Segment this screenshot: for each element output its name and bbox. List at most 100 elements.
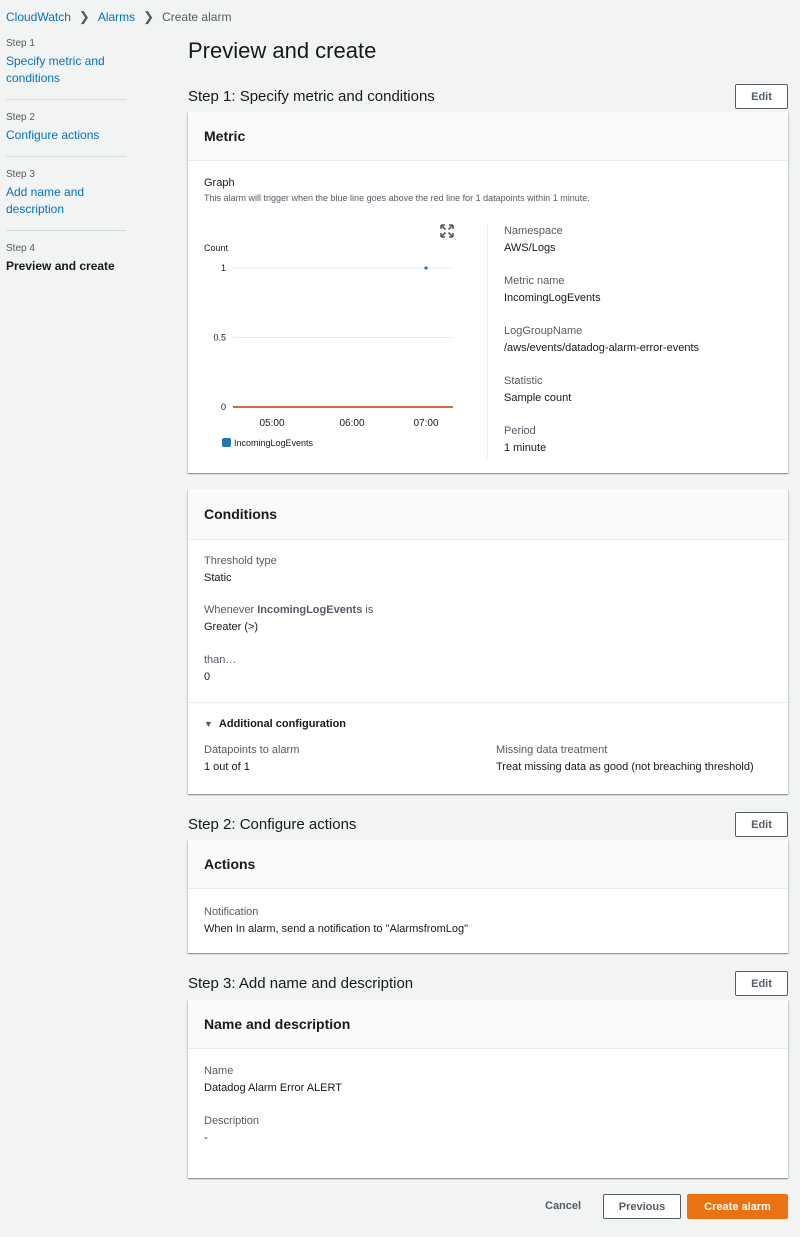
- detail-log-group: LogGroupName /aws/events/datadog-alarm-e…: [504, 325, 699, 375]
- chart-plot-area: Count 1 0.5 0 05:00 06:00 07:00 IncomingLogEven…: [204, 243, 453, 448]
- detail-label: Statistic: [504, 375, 543, 387]
- detail-label: Period: [504, 425, 536, 437]
- detail-value: 1 minute: [504, 442, 547, 454]
- detail-metric-name: Metric name IncomingLogEvents: [504, 275, 699, 325]
- additional-config-toggle[interactable]: ▼ Additional configuration: [204, 718, 346, 730]
- create-alarm-button[interactable]: Create alarm: [687, 1194, 788, 1219]
- y-tick-label: 0: [221, 402, 226, 412]
- step2-title: Step 2: Configure actions: [188, 816, 357, 833]
- conditions-card: Conditions Threshold type Static Wheneve…: [188, 489, 788, 794]
- name-description-card: Name and description Name Datadog Alarm …: [188, 1000, 788, 1178]
- legend-label: IncomingLogEvents: [234, 438, 314, 448]
- metric-graph: Count 1 0.5 0 05:00 06:00 07:00 IncomingLogEven…: [204, 243, 453, 448]
- wizard-step-1: Step 1 Specify metric and conditions: [6, 38, 126, 100]
- alarm-name: Name Datadog Alarm Error ALERT: [204, 1065, 342, 1094]
- step-link-configure-actions[interactable]: Configure actions: [6, 127, 126, 144]
- caret-down-icon: ▼: [204, 719, 213, 729]
- graph-label: Graph: [204, 177, 235, 189]
- data-point: [424, 266, 428, 270]
- step-current-preview: Preview and create: [6, 259, 115, 273]
- missing-data-treatment: Missing data treatment Treat missing dat…: [496, 744, 754, 773]
- y-tick-label: 0.5: [213, 333, 226, 343]
- datapoints-value: 1 out of 1: [204, 761, 250, 773]
- detail-statistic: Statistic Sample count: [504, 375, 699, 425]
- datapoints-label: Datapoints to alarm: [204, 744, 300, 756]
- y-tick-label: 1: [221, 263, 226, 273]
- step-number: Step 1: [6, 38, 35, 49]
- detail-period: Period 1 minute: [504, 425, 699, 475]
- breadcrumb-current: Create alarm: [162, 10, 232, 24]
- detail-namespace: Namespace AWS/Logs: [504, 225, 699, 275]
- additional-config-label: Additional configuration: [218, 718, 347, 730]
- wizard-step-2: Step 2 Configure actions: [6, 112, 126, 157]
- than-label: than…: [204, 654, 237, 666]
- page-title: Preview and create: [188, 38, 377, 63]
- whenever-label: Whenever IncomingLogEvents is: [204, 604, 373, 616]
- alarm-description: Description -: [204, 1115, 259, 1144]
- conditions-card-header: Conditions: [188, 489, 788, 540]
- whenever-condition: Whenever IncomingLogEvents is Greater (>…: [204, 604, 373, 633]
- step1-edit-button[interactable]: Edit: [735, 84, 788, 109]
- actions-card: Actions Notification When In alarm, send…: [188, 840, 788, 953]
- missing-value: Treat missing data as good (not breachin…: [496, 761, 754, 773]
- description-label: Description: [204, 1115, 260, 1127]
- whenever-metric: IncomingLogEvents: [257, 604, 363, 616]
- breadcrumb-cloudwatch[interactable]: CloudWatch: [6, 10, 71, 24]
- detail-label: Namespace: [504, 225, 563, 237]
- step3-edit-button[interactable]: Edit: [735, 971, 788, 996]
- notification: Notification When In alarm, send a notif…: [204, 906, 468, 935]
- detail-value: AWS/Logs: [504, 242, 556, 254]
- chevron-right-icon: ❯: [143, 9, 155, 24]
- name-value: Datadog Alarm Error ALERT: [204, 1082, 342, 1094]
- graph-description: This alarm will trigger when the blue li…: [204, 193, 590, 203]
- chevron-right-icon: ❯: [78, 9, 90, 24]
- step3-header: Step 3: Add name and description Edit: [188, 971, 788, 996]
- whenever-suffix: is: [362, 604, 374, 616]
- step1-title: Step 1: Specify metric and conditions: [188, 88, 435, 105]
- step-link-add-name[interactable]: Add name and description: [6, 184, 126, 218]
- step-number: Step 3: [6, 169, 35, 180]
- metric-details: Namespace AWS/Logs Metric name IncomingL…: [504, 225, 699, 475]
- legend-swatch: [222, 438, 231, 447]
- datapoints-to-alarm: Datapoints to alarm 1 out of 1: [204, 744, 299, 773]
- metric-card-header: Metric: [188, 112, 788, 161]
- metric-divider: [487, 224, 488, 458]
- than-condition: than… 0: [204, 654, 236, 683]
- threshold-type-value: Static: [204, 572, 232, 584]
- metric-card: Metric Graph This alarm will trigger whe…: [188, 112, 788, 473]
- missing-label: Missing data treatment: [496, 744, 608, 756]
- step2-edit-button[interactable]: Edit: [735, 812, 788, 837]
- step-number: Step 4: [6, 243, 35, 254]
- conditions-divider: [188, 702, 788, 703]
- expand-icon[interactable]: [440, 224, 454, 238]
- cancel-button[interactable]: Cancel: [545, 1200, 581, 1212]
- actions-card-header: Actions: [188, 840, 788, 889]
- x-tick-label: 05:00: [259, 418, 284, 429]
- notification-value: When In alarm, send a notification to "A…: [204, 923, 468, 935]
- step2-header: Step 2: Configure actions Edit: [188, 812, 788, 837]
- threshold-type: Threshold type Static: [204, 555, 277, 584]
- threshold-type-label: Threshold type: [204, 555, 277, 567]
- notification-label: Notification: [204, 906, 259, 918]
- step-link-specify-metric[interactable]: Specify metric and conditions: [6, 53, 126, 87]
- wizard-step-4: Step 4 Preview and create: [6, 243, 126, 287]
- breadcrumb: CloudWatch ❯ Alarms ❯ Create alarm: [6, 9, 231, 25]
- step1-header: Step 1: Specify metric and conditions Ed…: [188, 84, 788, 109]
- y-axis-label: Count: [204, 243, 229, 253]
- breadcrumb-alarms[interactable]: Alarms: [98, 10, 135, 24]
- step-number: Step 2: [6, 112, 35, 123]
- x-tick-label: 06:00: [339, 418, 364, 429]
- description-value: -: [204, 1132, 208, 1144]
- detail-value: /aws/events/datadog-alarm-error-events: [504, 342, 700, 354]
- detail-label: Metric name: [504, 275, 565, 287]
- detail-value: IncomingLogEvents: [504, 292, 601, 304]
- wizard-step-3: Step 3 Add name and description: [6, 169, 126, 231]
- previous-button[interactable]: Previous: [603, 1194, 681, 1219]
- detail-value: Sample count: [504, 392, 572, 404]
- operator-value: Greater (>): [204, 621, 259, 633]
- name-description-card-header: Name and description: [188, 1000, 788, 1049]
- wizard-steps: Step 1 Specify metric and conditions Ste…: [6, 38, 126, 299]
- whenever-prefix: Whenever: [204, 604, 258, 616]
- x-tick-label: 07:00: [413, 418, 438, 429]
- step3-title: Step 3: Add name and description: [188, 975, 414, 992]
